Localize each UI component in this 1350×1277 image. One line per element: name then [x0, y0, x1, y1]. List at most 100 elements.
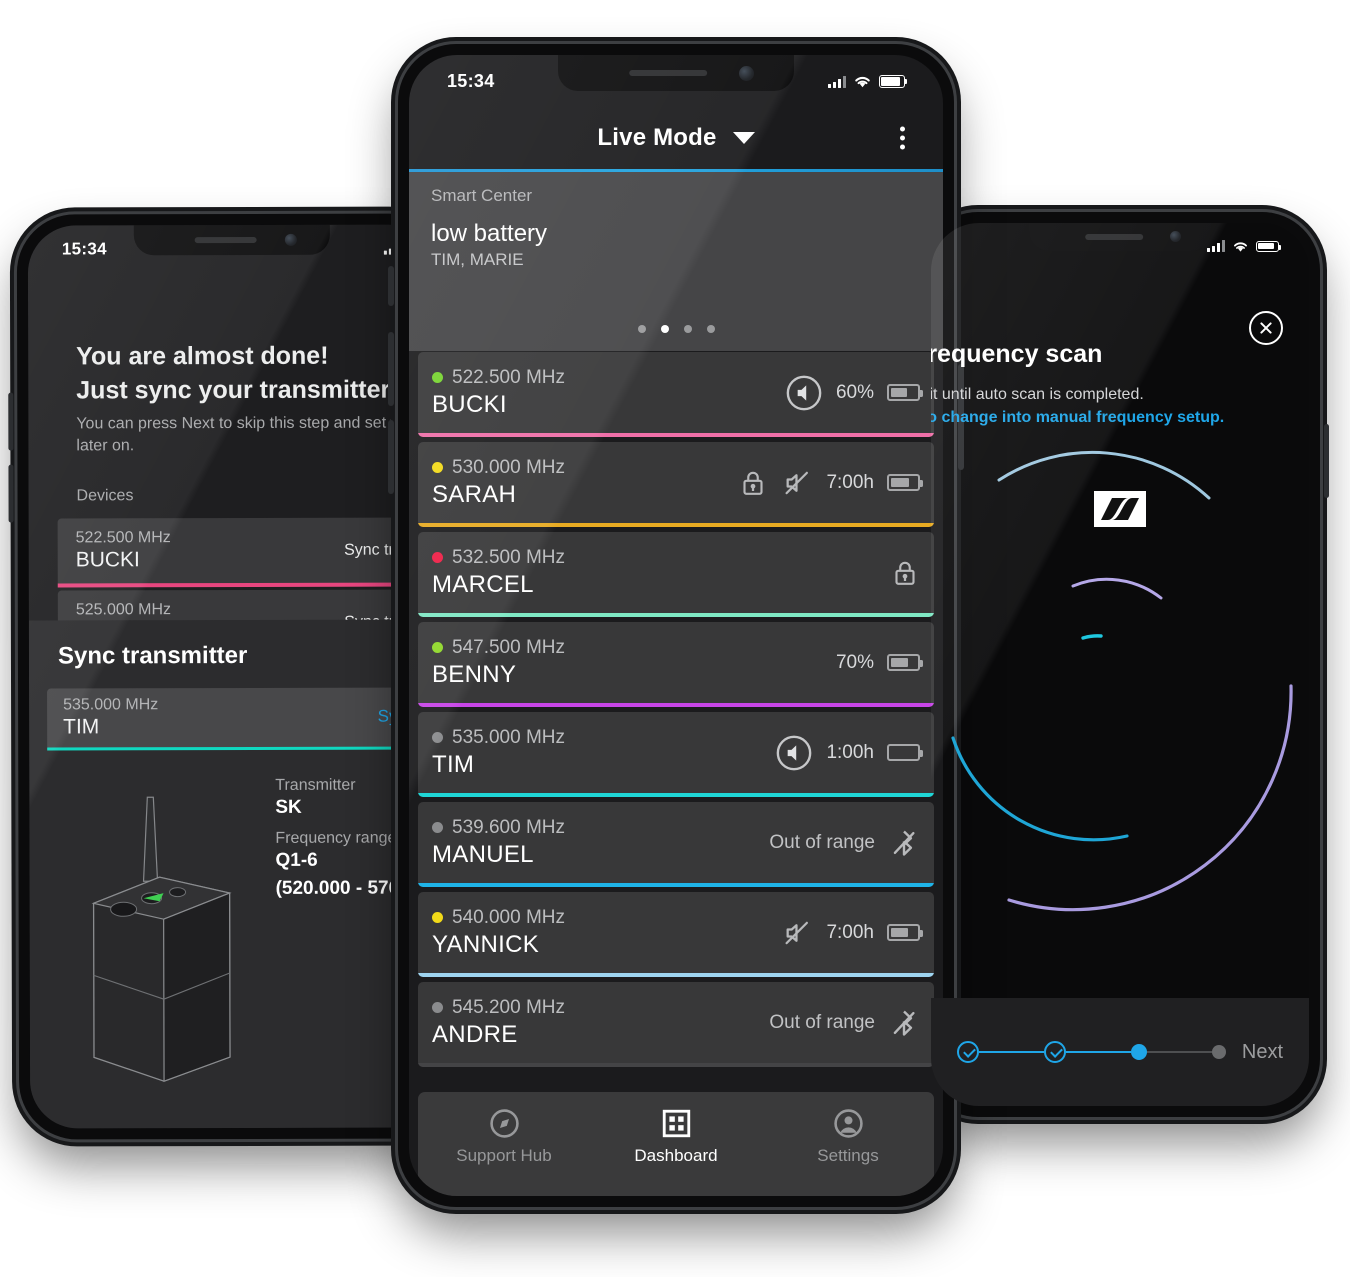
volume-up-button[interactable]	[388, 332, 394, 406]
left-paragraph: You can press Next to skip this step and…	[76, 414, 439, 455]
bluetooth-off-icon[interactable]	[888, 827, 920, 859]
device-row[interactable]: 535.000 MHz TIM 1:00h	[418, 712, 934, 797]
close-icon[interactable]	[1249, 311, 1283, 345]
power-button[interactable]	[1324, 424, 1329, 498]
device-name: TIM	[432, 750, 475, 778]
device-row[interactable]: 547.500 MHz BENNY 70%	[418, 622, 934, 707]
transmitter-illustration	[91, 796, 232, 1083]
volume-up-button[interactable]	[8, 392, 14, 451]
left-heading-line1: You are almost done!	[76, 341, 329, 371]
lock-icon[interactable]	[738, 468, 768, 498]
device-value: 60%	[835, 381, 874, 403]
status-led-icon	[432, 552, 443, 563]
tab-label: Support Hub	[456, 1146, 552, 1165]
device-row[interactable]: 545.200 MHz ANDRE Out of range	[418, 982, 934, 1067]
step-current-3[interactable]	[1130, 1044, 1147, 1060]
compass-icon	[489, 1109, 519, 1138]
smart-center-card[interactable]: Smart Center low battery TIM, MARIE	[409, 172, 943, 351]
status-led-icon	[432, 732, 443, 743]
device-underline	[418, 883, 934, 887]
device-frequency: 545.200 MHz	[452, 996, 566, 1018]
bottom-tab-bar[interactable]: Support Hub Dashboard Settings	[418, 1092, 934, 1196]
device-list[interactable]: 522.500 MHz BUCKI 60% 530.000 MHz SARAH 7:00h…	[409, 352, 943, 1108]
right-phone-screen: 15:34 frequency scan wait until auto sca…	[931, 223, 1309, 1106]
sheet-device-row[interactable]: 535.000 MHz TIM Synced!	[47, 687, 439, 751]
left-status-bar: 15:34	[28, 238, 436, 259]
chevron-down-icon[interactable]	[732, 132, 755, 144]
smart-center-subtitle: TIM, MARIE	[431, 250, 524, 269]
right-phone-mockup: 15:34 frequency scan wait until auto sca…	[920, 212, 1329, 1117]
device-row[interactable]: 532.500 MHz MARCEL	[418, 532, 934, 617]
kebab-menu-icon[interactable]	[900, 126, 905, 150]
device-name: MANUEL	[432, 840, 534, 868]
device-row[interactable]: 522.500 MHz BUCKI 60%	[418, 352, 934, 437]
carousel-dot[interactable]	[683, 325, 692, 333]
status-led-icon	[432, 372, 443, 383]
device-frequency: 530.000 MHz	[452, 456, 566, 478]
speaker-on-icon[interactable]	[785, 374, 823, 412]
device-underline	[57, 582, 439, 588]
device-underline	[418, 703, 934, 707]
devices-section-label: Devices	[76, 487, 134, 505]
device-underline	[418, 433, 934, 437]
right-paragraph-link[interactable]: also change into manual frequency setup.	[931, 409, 1224, 427]
device-underline	[418, 1063, 934, 1067]
device-row[interactable]: 540.000 MHz YANNICK 7:00h	[418, 892, 934, 977]
speaker-on-icon[interactable]	[775, 734, 813, 772]
battery-icon	[1256, 240, 1282, 252]
device-frequency: 539.600 MHz	[452, 816, 566, 838]
tab-label: Dashboard	[634, 1146, 718, 1165]
speaker-muted-icon[interactable]	[781, 467, 813, 499]
status-led-icon	[432, 642, 443, 653]
device-underline	[418, 973, 934, 977]
step-completed-2[interactable]	[1043, 1041, 1066, 1063]
right-status-bar: 15:34	[931, 237, 1309, 255]
device-value: 7:00h	[826, 921, 874, 943]
carousel-dot[interactable]	[637, 325, 646, 333]
tab-settings[interactable]: Settings	[762, 1108, 934, 1166]
volume-down-button[interactable]	[388, 420, 394, 494]
tab-support-hub[interactable]: Support Hub	[418, 1108, 590, 1166]
status-led-icon	[432, 1002, 443, 1013]
device-frequency: 522.500 MHz	[452, 366, 566, 388]
device-row[interactable]: 530.000 MHz SARAH 7:00h	[418, 442, 934, 527]
device-name: YANNICK	[432, 930, 540, 958]
device-name: TIM	[63, 714, 100, 738]
app-header: Live Mode	[409, 107, 943, 169]
cellular-signal-icon	[828, 75, 846, 88]
tab-label: Settings	[817, 1146, 879, 1165]
device-underline	[47, 746, 439, 751]
right-heading: frequency scan	[931, 340, 1103, 368]
step-connector	[1146, 1050, 1212, 1054]
volume-down-button[interactable]	[8, 464, 14, 523]
page-title: Live Mode	[597, 124, 717, 151]
battery-icon	[887, 474, 923, 491]
account-icon	[833, 1109, 863, 1138]
status-led-icon	[432, 462, 443, 473]
next-button[interactable]: Next	[1242, 1041, 1283, 1064]
step-completed-1[interactable]	[957, 1041, 979, 1063]
carousel-dots[interactable]	[409, 325, 943, 333]
speaker-muted-icon[interactable]	[781, 917, 813, 949]
step-connector	[1065, 1050, 1131, 1054]
device-frequency: 522.500 MHz	[75, 529, 171, 547]
mute-switch[interactable]	[388, 266, 394, 306]
carousel-dot-active[interactable]	[660, 325, 669, 333]
tab-dashboard[interactable]: Dashboard	[590, 1108, 762, 1166]
status-led-icon	[432, 822, 443, 833]
wifi-icon	[855, 76, 870, 88]
wifi-icon	[1234, 241, 1247, 252]
device-name: MARCEL	[432, 570, 534, 598]
device-name: BUCKI	[432, 390, 507, 418]
lock-icon[interactable]	[890, 558, 920, 588]
sheet-title: Sync transmitter	[57, 641, 248, 670]
device-row[interactable]: 539.600 MHz MANUEL Out of range	[418, 802, 934, 887]
cellular-signal-icon	[1207, 240, 1225, 252]
step-connector	[979, 1050, 1044, 1054]
device-frequency: 535.000 MHz	[452, 726, 566, 748]
step-upcoming-4[interactable]	[1211, 1045, 1226, 1059]
carousel-dot[interactable]	[706, 325, 715, 333]
left-device-row[interactable]: 522.500 MHz BUCKI Sync transmitter	[57, 517, 439, 588]
bluetooth-off-icon[interactable]	[888, 1007, 920, 1039]
sennheiser-logo	[1094, 491, 1146, 527]
